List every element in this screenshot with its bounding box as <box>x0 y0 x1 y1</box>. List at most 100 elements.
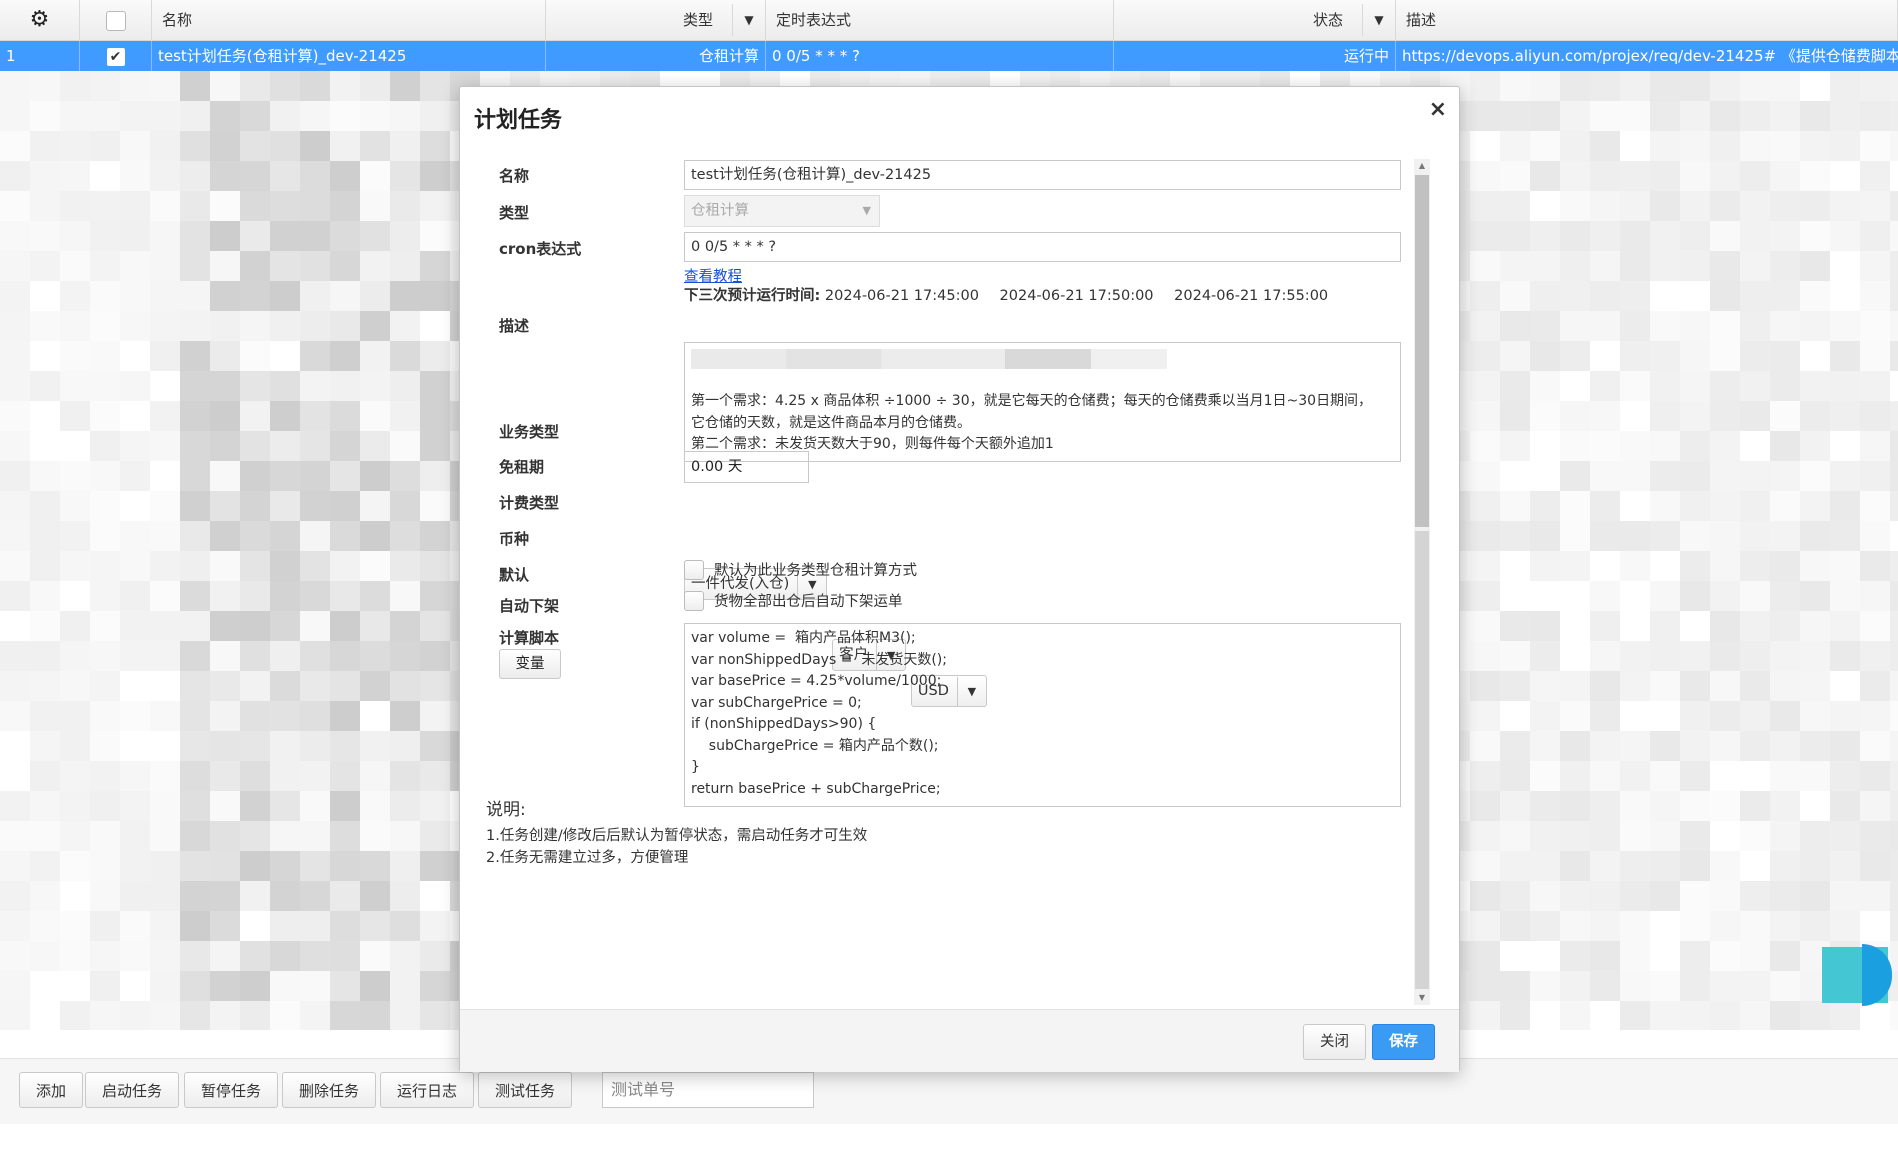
redacted-pixel <box>1590 821 1620 851</box>
redacted-pixel <box>390 401 420 431</box>
dialog-footer: 关闭 保存 <box>460 1009 1459 1072</box>
redacted-pixel <box>330 191 360 221</box>
redacted-pixel <box>420 551 450 581</box>
auto-off-checkbox[interactable] <box>684 590 704 611</box>
redacted-pixel <box>330 491 360 521</box>
redacted-pixel <box>1680 761 1710 791</box>
redacted-pixel <box>1740 791 1770 821</box>
redacted-pixel <box>120 941 150 971</box>
redacted-pixel <box>1830 311 1860 341</box>
redacted-pixel <box>1530 881 1560 911</box>
scroll-up-icon[interactable]: ▲ <box>1414 159 1430 173</box>
gear-icon[interactable]: ⚙ <box>30 7 50 32</box>
redacted-pixel <box>210 761 240 791</box>
redacted-pixel <box>1710 851 1740 881</box>
test-task-button[interactable]: 测试任务 <box>478 1072 573 1108</box>
variable-button[interactable]: 变量 <box>499 649 561 679</box>
redacted-pixel <box>270 161 300 191</box>
redacted-pixel <box>1800 371 1830 401</box>
run-log-button[interactable]: 运行日志 <box>380 1072 475 1108</box>
chevron-down-icon[interactable]: ▼ <box>732 4 765 36</box>
redacted-pixel <box>1680 491 1710 521</box>
redacted-pixel <box>240 461 270 491</box>
redacted-pixel <box>90 491 120 521</box>
header-type[interactable]: 类型 ▼ <box>546 0 766 40</box>
redacted-pixel <box>330 821 360 851</box>
free-period-input[interactable]: 0.00 天 <box>684 451 809 483</box>
redacted-pixel <box>1860 521 1890 551</box>
redacted-pixel <box>120 191 150 221</box>
row-checkbox[interactable]: ✔ <box>106 47 125 66</box>
redacted-pixel <box>1620 911 1650 941</box>
redacted-pixel <box>1530 221 1560 251</box>
delete-task-button[interactable]: 删除任务 <box>282 1072 377 1108</box>
redacted-pixel <box>1680 101 1710 131</box>
redacted-pixel <box>1590 521 1620 551</box>
tutorial-link[interactable]: 查看教程 <box>684 269 742 285</box>
select-all-checkbox[interactable] <box>105 10 126 31</box>
redacted-pixel <box>30 191 60 221</box>
row-checkbox-cell[interactable]: ✔ <box>80 41 152 71</box>
save-button[interactable]: 保存 <box>1372 1024 1435 1060</box>
redacted-pixel <box>180 701 210 731</box>
header-status[interactable]: 状态 ▼ <box>1114 0 1396 40</box>
redacted-pixel <box>1650 731 1680 761</box>
redacted-pixel <box>180 341 210 371</box>
test-order-input[interactable]: 测试单号 <box>602 1072 814 1108</box>
header-name[interactable]: 名称 <box>152 0 546 40</box>
name-input[interactable]: test计划任务(仓租计算)_dev-21425 <box>684 160 1401 190</box>
header-cron[interactable]: 定时表达式 <box>766 0 1114 40</box>
close-icon[interactable]: × <box>1429 97 1447 122</box>
redacted-pixel <box>330 911 360 941</box>
redacted-pixel <box>390 491 420 521</box>
redacted-pixel <box>300 281 330 311</box>
redacted-pixel <box>1680 731 1710 761</box>
chevron-down-icon[interactable]: ▼ <box>1362 4 1395 36</box>
redacted-pixel <box>390 1001 420 1030</box>
redacted-pixel <box>1800 191 1830 221</box>
pause-task-button[interactable]: 暂停任务 <box>184 1072 279 1108</box>
column-settings[interactable]: ⚙ <box>0 0 80 40</box>
redacted-pixel <box>1530 551 1560 581</box>
auto-off-checkbox-row[interactable]: 货物全部出仓后自动下架运单 <box>684 590 903 611</box>
add-button[interactable]: 添加 <box>19 1072 84 1108</box>
redacted-pixel <box>0 581 30 611</box>
cron-input[interactable]: 0 0/5 * * * ? <box>684 232 1401 262</box>
redacted-pixel <box>90 221 120 251</box>
redacted-pixel <box>1890 821 1898 851</box>
redacted-pixel <box>150 431 180 461</box>
dialog-scrollbar[interactable]: ▲ ▼ <box>1414 159 1430 1005</box>
redacted-pixel <box>330 581 360 611</box>
redacted-pixel <box>180 131 210 161</box>
redacted-pixel <box>1890 551 1898 581</box>
redacted-pixel <box>1890 851 1898 881</box>
description-textarea[interactable]: 第一个需求：4.25 x 商品体积 ÷1000 ÷ 30，就是它每天的仓储费；每… <box>684 342 1401 462</box>
start-task-button[interactable]: 启动任务 <box>85 1072 180 1108</box>
script-editor[interactable]: var volume = 箱内产品体积M3(); var nonShippedD… <box>684 623 1401 807</box>
close-button[interactable]: 关闭 <box>1303 1024 1366 1060</box>
redacted-pixel <box>1500 101 1530 131</box>
redacted-pixel <box>390 731 420 761</box>
table-row[interactable]: 1 ✔ test计划任务(仓租计算)_dev-21425 仓租计算 0 0/5 … <box>0 41 1898 71</box>
redacted-pixel <box>1560 311 1590 341</box>
auto-off-checkbox-label: 货物全部出仓后自动下架运单 <box>714 594 903 610</box>
redacted-pixel <box>60 341 90 371</box>
default-checkbox-row[interactable]: 默认为此业务类型仓租计算方式 <box>684 559 917 580</box>
redacted-pixel <box>0 311 30 341</box>
redacted-pixel <box>1710 191 1740 221</box>
redacted-pixel <box>120 131 150 161</box>
select-all-cell[interactable] <box>80 0 152 40</box>
redacted-pixel <box>1800 731 1830 761</box>
row-name: test计划任务(仓租计算)_dev-21425 <box>152 41 546 71</box>
redacted-pixel <box>1860 761 1890 791</box>
scrollbar-thumb[interactable] <box>1415 175 1429 527</box>
redacted-pixel <box>180 761 210 791</box>
header-description[interactable]: 描述 <box>1396 0 1898 40</box>
scroll-down-icon[interactable]: ▼ <box>1414 991 1430 1005</box>
label-script: 计算脚本 <box>499 629 560 647</box>
redacted-pixel <box>1470 371 1500 401</box>
default-checkbox[interactable] <box>684 559 704 580</box>
redacted-pixel <box>1680 191 1710 221</box>
redacted-pixel <box>1470 281 1500 311</box>
redacted-pixel <box>1590 881 1620 911</box>
